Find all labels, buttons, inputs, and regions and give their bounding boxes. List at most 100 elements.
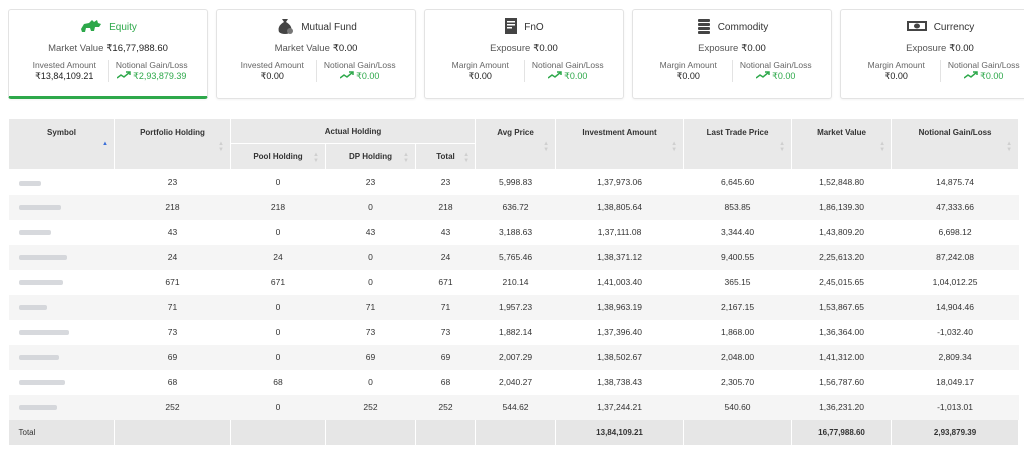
column-header-actual-holding: Actual Holding: [229, 118, 477, 144]
redacted-symbol: [18, 355, 59, 361]
market-value-cell: 2,25,613.20: [791, 244, 892, 270]
notional-gain-loss-cell: 87,242.08: [891, 244, 1019, 270]
dp-holding-cell: 69: [325, 344, 416, 370]
card-main-value: ₹0.00: [949, 43, 974, 54]
total-cell: 24: [415, 244, 476, 270]
card-right-value: ₹0.00: [564, 71, 588, 81]
table-row[interactable]: 671 671 0 671 210.14 1,41,003.40 365.15 2,45,01…: [8, 269, 1019, 295]
column-header-market-value[interactable]: Market Value ▲ ▼: [791, 118, 893, 170]
investment-amount-cell: 1,37,396.40: [555, 319, 684, 345]
total-cell: 218: [415, 194, 476, 220]
holdings-table-wrapper: Symbol ▲ Portfolio Holding ▲ ▼ Actual Holdi…: [8, 118, 1020, 445]
column-header-dp-holding[interactable]: DP Holding ▲ ▼: [325, 143, 416, 170]
last-trade-price-cell: 3,344.40: [683, 219, 792, 245]
table-row[interactable]: 69 0 69 69 2,007.29 1,38,502.67 2,048.00 1,41,3…: [8, 344, 1019, 370]
redacted-symbol: [18, 305, 47, 311]
table-row[interactable]: 71 0 71 71 1,957.23 1,38,963.19 2,167.15 1,53,8…: [8, 294, 1019, 320]
table-row[interactable]: 73 0 73 73 1,882.14 1,37,396.40 1,868.00 1,36,3…: [8, 319, 1019, 345]
card-left-value: ₹0.00: [260, 71, 284, 81]
table-row[interactable]: 252 0 252 252 544.62 1,37,244.21 540.60 1,36,23…: [8, 394, 1019, 420]
column-header-total[interactable]: Total ▲ ▼: [414, 143, 477, 170]
sort-icon[interactable]: ▲ ▼: [543, 141, 549, 153]
avg-price-cell: 3,188.63: [475, 219, 556, 245]
equity-card[interactable]: Equity Market Value ₹16,77,988.60 Investe…: [8, 9, 208, 99]
portfolio-holding-cell: 23: [114, 169, 231, 195]
sort-icon[interactable]: ▲ ▼: [671, 141, 677, 153]
dp-holding-cell: 71: [325, 294, 416, 320]
mutual-fund-card[interactable]: Mutual Fund Market Value ₹0.00 Invested A…: [216, 9, 416, 99]
sort-icon[interactable]: ▲ ▼: [779, 141, 785, 153]
column-header-portfolio-holding[interactable]: Portfolio Holding ▲ ▼: [114, 118, 231, 170]
trend-up-icon: [339, 71, 354, 82]
redacted-symbol: [18, 230, 51, 236]
table-row[interactable]: 23 0 23 23 5,998.83 1,37,973.06 6,645.60 1,52,8…: [8, 169, 1019, 195]
sort-ascending-icon[interactable]: ▲: [102, 141, 108, 147]
card-right-value: ₹0.00: [356, 71, 380, 81]
table-row[interactable]: 43 0 43 43 3,188.63 1,37,111.08 3,344.40 1,43,8…: [8, 219, 1019, 245]
table-row[interactable]: 24 24 0 24 5,765.46 1,38,371.12 9,400.55 2,25,6…: [8, 244, 1019, 270]
symbol-cell-redacted: [8, 394, 115, 420]
card-main-label: Market Value: [48, 43, 104, 54]
sort-icon[interactable]: ▲ ▼: [463, 152, 469, 164]
card-right-label: Notional Gain/Loss: [115, 60, 188, 70]
total-cell: 252: [415, 394, 476, 420]
investment-amount-cell: 1,41,003.40: [555, 269, 684, 295]
trend-up-icon: [963, 71, 978, 82]
last-trade-price-cell: 540.60: [683, 394, 792, 420]
card-main-label: Exposure: [698, 43, 739, 54]
card-right-value: ₹0.00: [772, 71, 796, 81]
notional-gain-loss-cell: 2,809.34: [891, 344, 1019, 370]
notional-gain-loss-cell: 18,049.17: [891, 369, 1019, 395]
column-header-last-trade-price[interactable]: Last Trade Price ▲ ▼: [683, 118, 793, 170]
table-row[interactable]: 218 218 0 218 636.72 1,38,805.64 853.85 1,86,13…: [8, 194, 1019, 220]
dp-holding-cell: 43: [325, 219, 416, 245]
symbol-cell-redacted: [8, 294, 115, 320]
bull-icon: [79, 18, 103, 37]
column-header-symbol[interactable]: Symbol ▲: [8, 118, 115, 170]
notional-gain-loss-cell: -1,013.01: [891, 394, 1019, 420]
card-main-value: ₹0.00: [741, 43, 766, 54]
card-left-value: ₹0.00: [884, 71, 908, 81]
sort-icon[interactable]: ▲ ▼: [879, 141, 885, 153]
column-header-investment-amount[interactable]: Investment Amount ▲ ▼: [555, 118, 685, 170]
sort-icon[interactable]: ▲ ▼: [1006, 141, 1012, 153]
table-body: 23 0 23 23 5,998.83 1,37,973.06 6,645.60 1,52,8…: [8, 169, 1019, 420]
pool-holding-cell: 0: [230, 169, 326, 195]
sort-icon[interactable]: ▲ ▼: [403, 152, 409, 164]
total-cell: 23: [415, 169, 476, 195]
sort-icon[interactable]: ▲ ▼: [313, 152, 319, 164]
coin-stack-icon: [696, 17, 712, 38]
avg-price-cell: 5,998.83: [475, 169, 556, 195]
symbol-cell-redacted: [8, 269, 115, 295]
sort-icon[interactable]: ▲ ▼: [218, 141, 224, 153]
pool-holding-cell: 68: [230, 369, 326, 395]
table-footer-row: Total 13,84,109.21 16,77,988.60 2,93,879…: [8, 419, 1020, 445]
investment-amount-cell: 1,37,111.08: [555, 219, 684, 245]
investment-amount-cell: 1,38,963.19: [555, 294, 684, 320]
pool-holding-cell: 0: [230, 219, 326, 245]
dp-holding-cell: 23: [325, 169, 416, 195]
portfolio-holding-cell: 218: [114, 194, 231, 220]
portfolio-holding-cell: 71: [114, 294, 231, 320]
card-right-label: Notional Gain/Loss: [323, 60, 396, 70]
total-cell: 73: [415, 319, 476, 345]
fno-card[interactable]: FnO Exposure ₹0.00 Margin Amount ₹0.00 Not…: [424, 9, 624, 99]
investment-amount-cell: 1,37,973.06: [555, 169, 684, 195]
summary-cards: Equity Market Value ₹16,77,988.60 Investe…: [8, 9, 1024, 101]
symbol-cell-redacted: [8, 194, 115, 220]
column-header-notional-gain-loss[interactable]: Notional Gain/Loss ▲ ▼: [891, 118, 1020, 170]
dp-holding-cell: 0: [325, 244, 416, 270]
currency-card[interactable]: Currency Exposure ₹0.00 Margin Amount ₹0.0…: [840, 9, 1024, 99]
column-header-avg-price[interactable]: Avg Price ▲ ▼: [475, 118, 557, 170]
symbol-cell-redacted: [8, 344, 115, 370]
table-row[interactable]: 68 68 0 68 2,040.27 1,38,738.43 2,305.70 1,56,7…: [8, 369, 1019, 395]
redacted-symbol: [18, 280, 63, 286]
market-value-cell: 1,56,787.60: [791, 369, 892, 395]
market-value-cell: 1,43,809.20: [791, 219, 892, 245]
portfolio-holding-cell: 68: [114, 369, 231, 395]
commodity-card[interactable]: Commodity Exposure ₹0.00 Margin Amount ₹0.…: [632, 9, 832, 99]
pool-holding-cell: 24: [230, 244, 326, 270]
avg-price-cell: 1,882.14: [475, 319, 556, 345]
total-cell: 68: [415, 369, 476, 395]
column-header-pool-holding[interactable]: Pool Holding ▲ ▼: [230, 143, 326, 170]
